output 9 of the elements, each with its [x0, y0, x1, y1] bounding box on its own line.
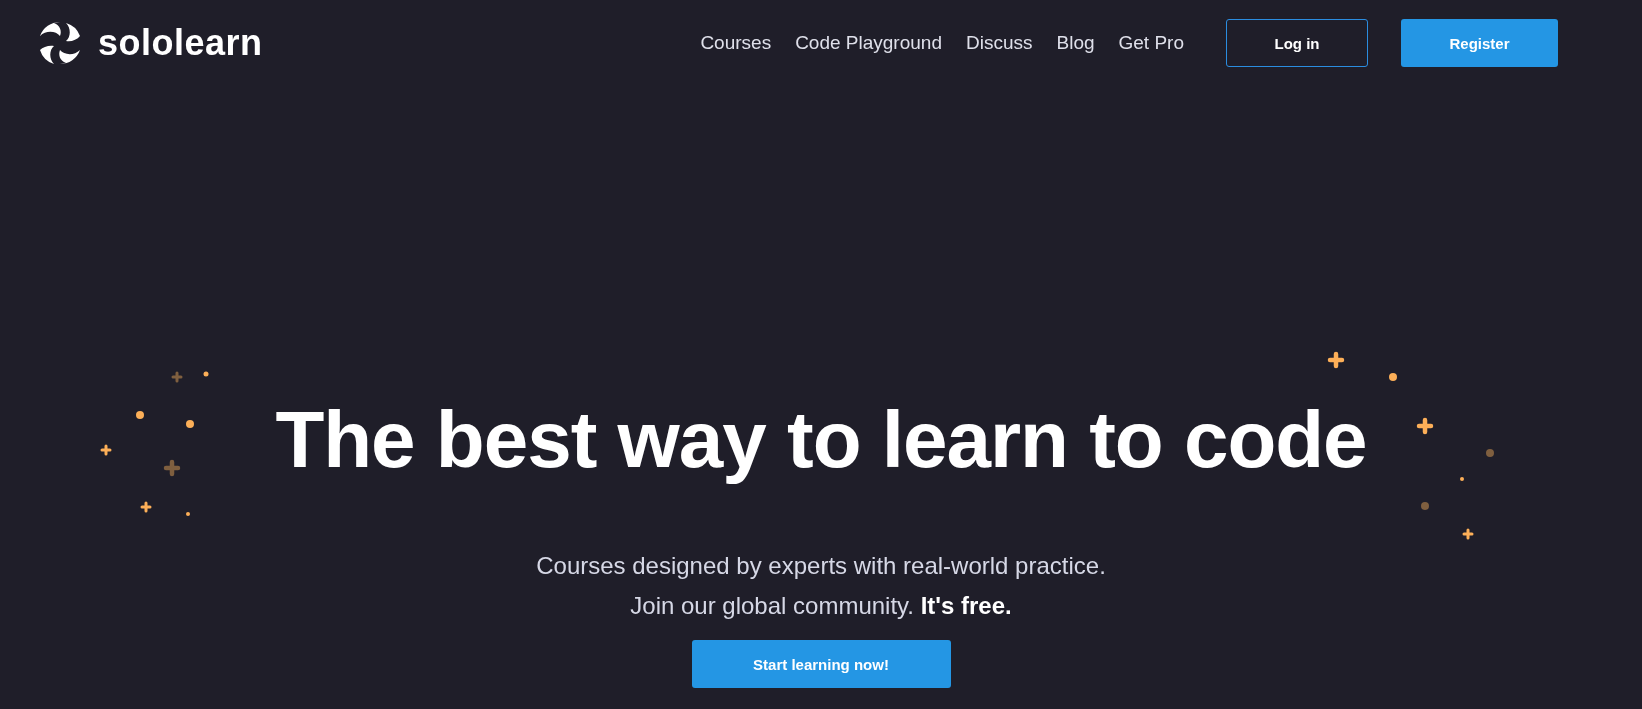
hero-subtitle: Join our global community. It's free. — [630, 591, 1012, 621]
nav-link[interactable]: Code Playground — [795, 32, 942, 54]
nav-link[interactable]: Get Pro — [1118, 32, 1184, 54]
logo-text: sololearn — [98, 22, 263, 64]
login-button[interactable]: Log in — [1226, 19, 1368, 67]
hero-subtitle: Courses designed by experts with real-world practice. — [536, 551, 1106, 581]
nav-link[interactable]: Blog — [1056, 32, 1095, 54]
nav-link[interactable]: Discuss — [965, 32, 1033, 54]
nav-link[interactable]: Courses — [700, 32, 772, 54]
